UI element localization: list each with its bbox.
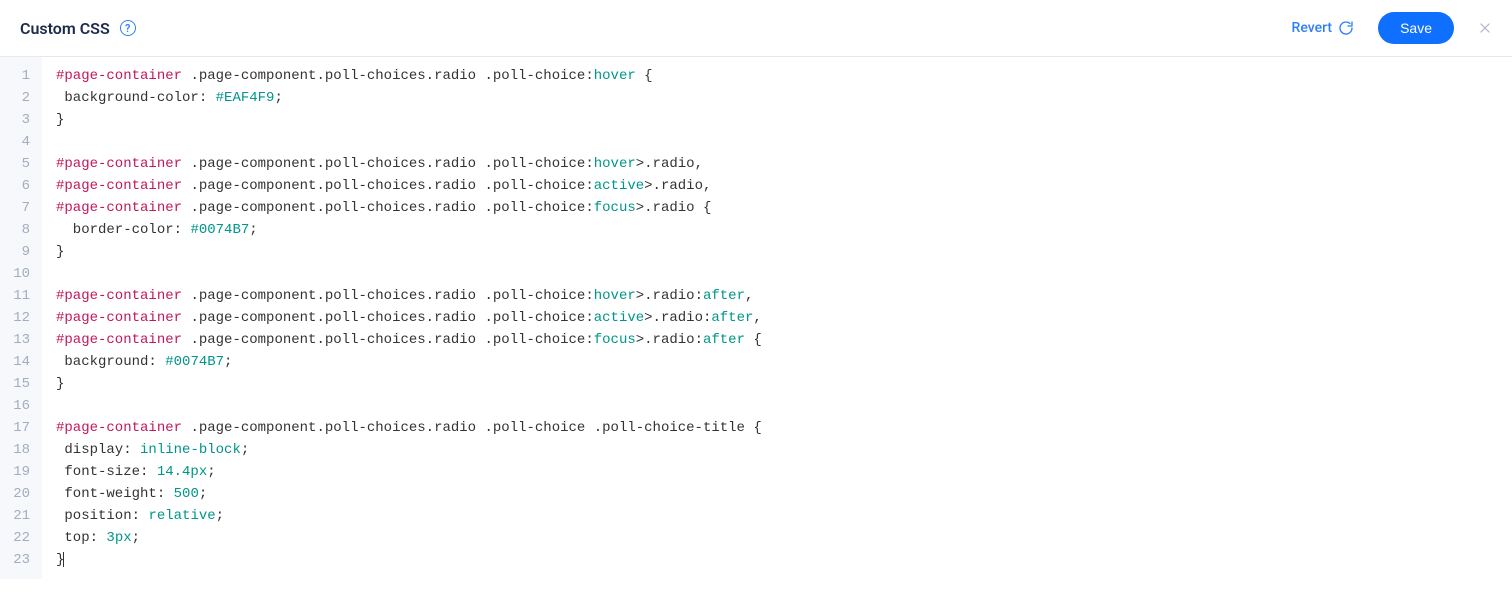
line-number: 7	[8, 197, 30, 219]
line-number: 19	[8, 461, 30, 483]
line-number: 21	[8, 505, 30, 527]
save-button[interactable]: Save	[1378, 12, 1454, 44]
code-line: }	[56, 241, 1512, 263]
revert-icon	[1338, 20, 1354, 36]
code-line: #page-container .page-component.poll-cho…	[56, 285, 1512, 307]
code-line: }	[56, 549, 1512, 571]
line-number-gutter: 1234567891011121314151617181920212223	[0, 57, 42, 579]
line-number: 13	[8, 329, 30, 351]
line-number: 12	[8, 307, 30, 329]
line-number: 10	[8, 263, 30, 285]
line-number: 8	[8, 219, 30, 241]
code-line: #page-container .page-component.poll-cho…	[56, 307, 1512, 329]
line-number: 15	[8, 373, 30, 395]
header-right: Revert Save	[1292, 12, 1492, 44]
line-number: 4	[8, 131, 30, 153]
code-line: #page-container .page-component.poll-cho…	[56, 417, 1512, 439]
revert-button[interactable]: Revert	[1292, 20, 1355, 36]
code-line: border-color: #0074B7;	[56, 219, 1512, 241]
code-line	[56, 131, 1512, 153]
line-number: 2	[8, 87, 30, 109]
header-left: Custom CSS ?	[20, 19, 136, 38]
code-line	[56, 395, 1512, 417]
line-number: 18	[8, 439, 30, 461]
line-number: 3	[8, 109, 30, 131]
page-title: Custom CSS	[20, 19, 110, 38]
line-number: 9	[8, 241, 30, 263]
code-line: display: inline-block;	[56, 439, 1512, 461]
code-line: position: relative;	[56, 505, 1512, 527]
help-icon[interactable]: ?	[120, 20, 136, 36]
code-line: background: #0074B7;	[56, 351, 1512, 373]
code-line: background-color: #EAF4F9;	[56, 87, 1512, 109]
line-number: 6	[8, 175, 30, 197]
line-number: 20	[8, 483, 30, 505]
code-line: #page-container .page-component.poll-cho…	[56, 329, 1512, 351]
line-number: 14	[8, 351, 30, 373]
line-number: 17	[8, 417, 30, 439]
code-line: #page-container .page-component.poll-cho…	[56, 153, 1512, 175]
code-line	[56, 263, 1512, 285]
code-line: #page-container .page-component.poll-cho…	[56, 65, 1512, 87]
line-number: 16	[8, 395, 30, 417]
header-bar: Custom CSS ? Revert Save	[0, 0, 1512, 57]
code-line: }	[56, 373, 1512, 395]
line-number: 1	[8, 65, 30, 87]
code-line: #page-container .page-component.poll-cho…	[56, 175, 1512, 197]
line-number: 23	[8, 549, 30, 571]
code-editor[interactable]: 1234567891011121314151617181920212223 #p…	[0, 57, 1512, 579]
code-line: font-weight: 500;	[56, 483, 1512, 505]
text-caret	[63, 552, 64, 567]
line-number: 22	[8, 527, 30, 549]
line-number: 5	[8, 153, 30, 175]
code-line: font-size: 14.4px;	[56, 461, 1512, 483]
revert-label: Revert	[1292, 20, 1333, 36]
close-icon[interactable]	[1478, 21, 1492, 35]
code-line: top: 3px;	[56, 527, 1512, 549]
code-area[interactable]: #page-container .page-component.poll-cho…	[42, 57, 1512, 579]
code-line: #page-container .page-component.poll-cho…	[56, 197, 1512, 219]
code-line: }	[56, 109, 1512, 131]
line-number: 11	[8, 285, 30, 307]
